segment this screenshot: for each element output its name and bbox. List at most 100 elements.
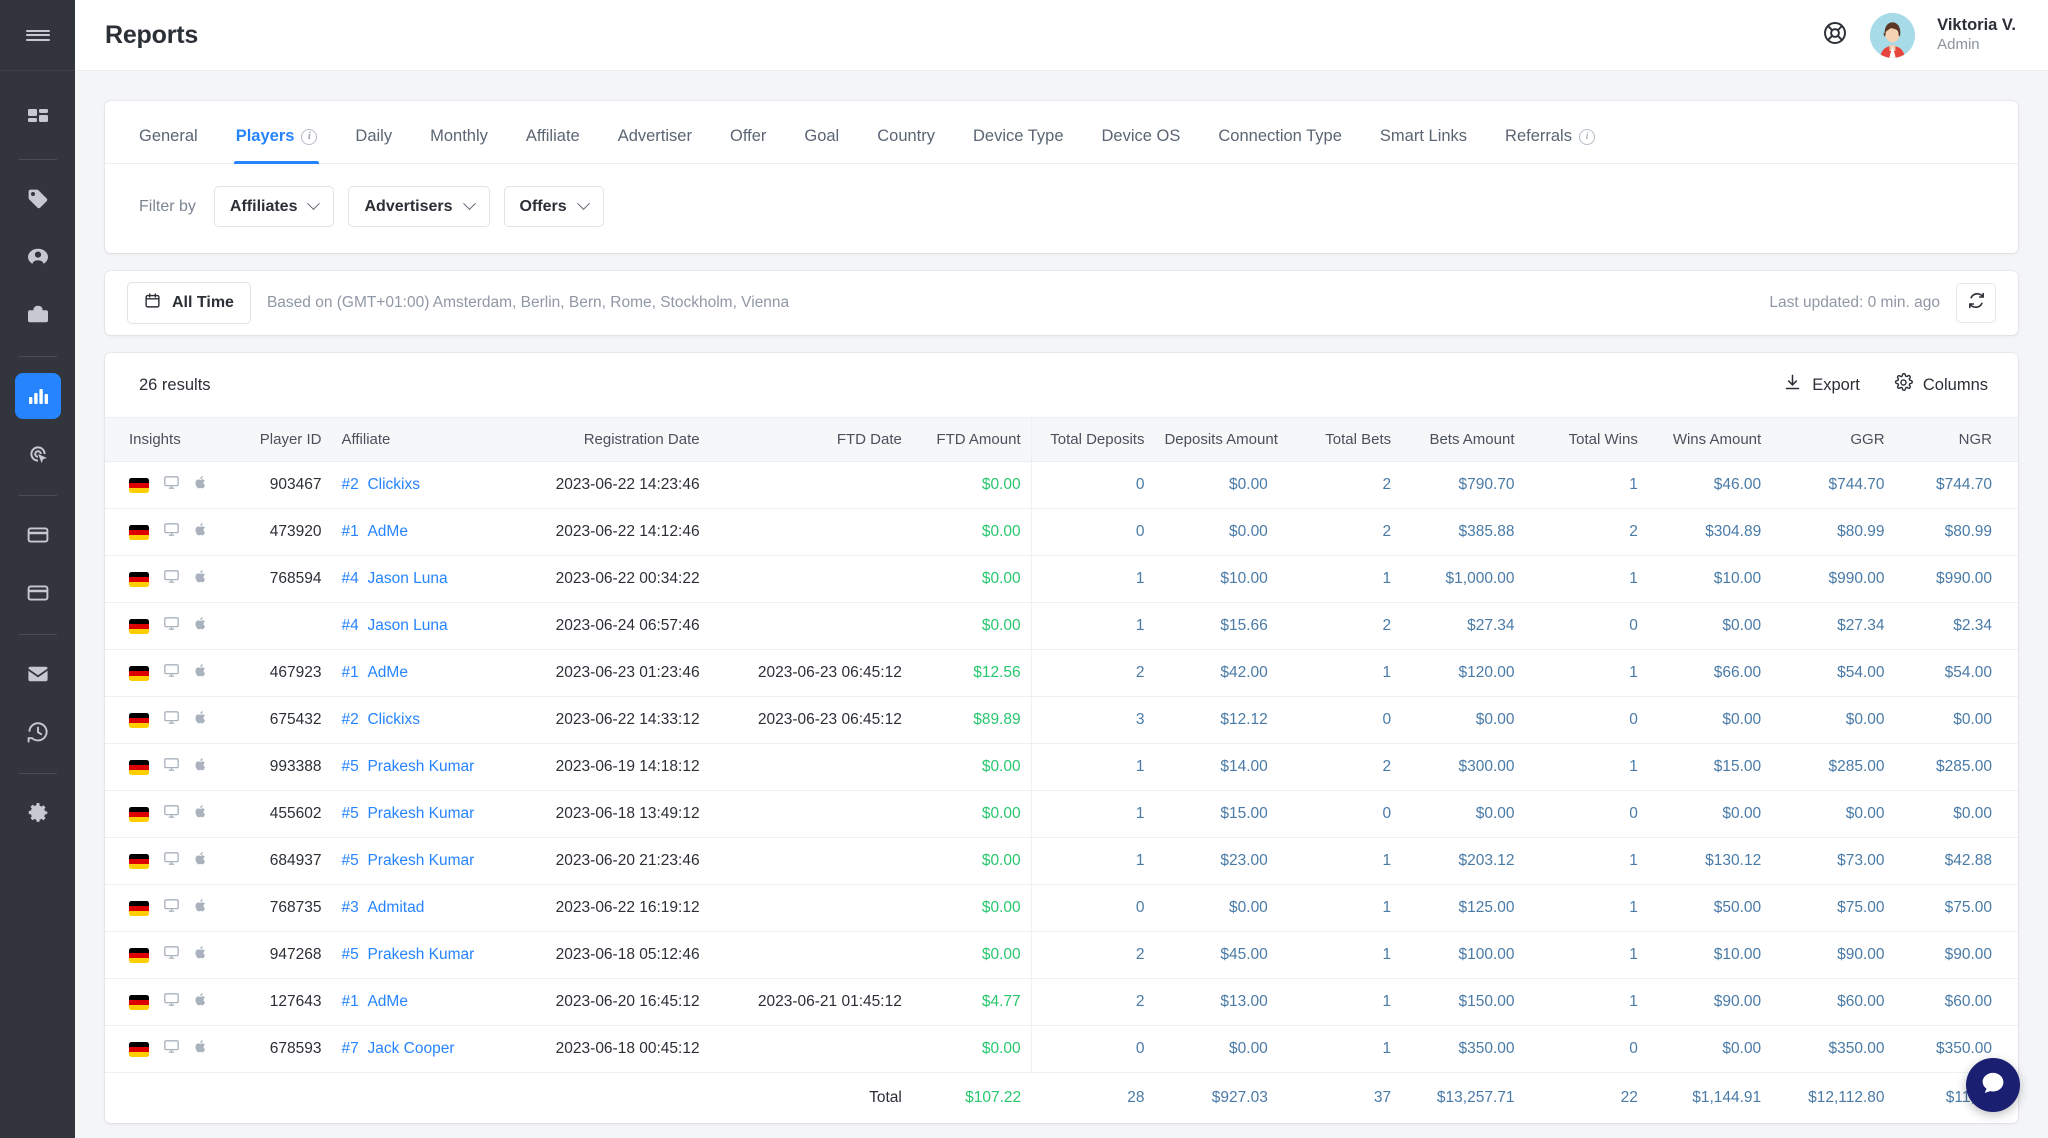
affiliate-link[interactable]: AdMe	[367, 664, 408, 681]
column-header-bets-amount[interactable]: Bets Amount	[1401, 417, 1525, 462]
affiliate-link[interactable]: Prakesh Kumar	[367, 758, 474, 775]
column-header-insights[interactable]: Insights	[105, 417, 219, 462]
affiliate-rank: #5	[341, 758, 359, 775]
affiliate-rank: #1	[341, 523, 359, 540]
cell-ngr: $0.00	[1894, 790, 2018, 838]
sidebar-item-messages[interactable]	[15, 651, 61, 697]
sidebar-item-payments[interactable]	[15, 570, 61, 616]
sidebar-item-offers[interactable]	[15, 176, 61, 222]
column-header-ftd-amount[interactable]: FTD Amount	[911, 417, 1032, 462]
tab-goal[interactable]: Goal	[804, 127, 839, 163]
cell-ggr: $54.00	[1771, 649, 1895, 697]
cell-registration-date: 2023-06-18 13:49:12	[511, 790, 710, 838]
sidebar-item-history[interactable]	[15, 709, 61, 755]
reports-panel: General Players i Daily Monthly Affiliate Adve…	[105, 101, 2018, 253]
tab-smart-links[interactable]: Smart Links	[1380, 127, 1467, 163]
table-row[interactable]: 678593 #7 Jack Cooper 2023-06-18 00:45:12 $0…	[105, 1025, 2018, 1073]
table-row[interactable]: 947268 #5 Prakesh Kumar 2023-06-18 05:12:46…	[105, 931, 2018, 979]
affiliate-link[interactable]: Prakesh Kumar	[367, 946, 474, 963]
date-range-bar: All Time Based on (GMT+01:00) Amsterdam,…	[105, 271, 2018, 335]
sidebar-item-advertisers[interactable]	[15, 292, 61, 338]
export-button[interactable]: Export	[1783, 373, 1860, 397]
column-header-deposits-amount[interactable]: Deposits Amount	[1154, 417, 1278, 462]
tab-referrals[interactable]: Referrals i	[1505, 127, 1595, 163]
column-header-total-deposits[interactable]: Total Deposits	[1030, 417, 1155, 462]
cell-ngr: $285.00	[1894, 743, 2018, 791]
info-icon[interactable]: i	[1578, 128, 1595, 145]
column-header-ftd-date[interactable]: FTD Date	[709, 417, 912, 462]
column-header-total-bets[interactable]: Total Bets	[1277, 417, 1402, 462]
cell-registration-date: 2023-06-22 14:12:46	[511, 508, 710, 556]
apple-icon	[194, 615, 208, 637]
chat-widget-button[interactable]	[1966, 1058, 2020, 1112]
affiliate-link[interactable]: Jason Luna	[367, 617, 447, 634]
sidebar-item-reports[interactable]	[14, 373, 61, 419]
table-row[interactable]: 768735 #3 Admitad 2023-06-22 16:19:12 $0.00 0…	[105, 884, 2018, 932]
tab-country[interactable]: Country	[877, 127, 935, 163]
cell-ngr: $2.34	[1894, 602, 2018, 650]
column-header-affiliate[interactable]: Affiliate	[331, 417, 512, 462]
tab-monthly[interactable]: Monthly	[430, 127, 488, 163]
tab-affiliate[interactable]: Affiliate	[526, 127, 580, 163]
column-header-registration-date[interactable]: Registration Date	[511, 417, 710, 462]
sidebar-item-tracking[interactable]	[15, 431, 61, 477]
export-label: Export	[1812, 375, 1860, 394]
apple-icon	[194, 803, 208, 825]
sidebar-item-dashboard[interactable]	[15, 95, 61, 141]
date-range-button[interactable]: All Time	[127, 282, 251, 324]
cell-ggr: $60.00	[1771, 978, 1895, 1026]
affiliate-link[interactable]: Prakesh Kumar	[367, 852, 474, 869]
table-row[interactable]: 903467 #2 Clickixs 2023-06-22 14:23:46 $0.00…	[105, 461, 2018, 509]
cell-total-deposits: 1	[1030, 602, 1155, 650]
refresh-button[interactable]	[1956, 283, 1996, 323]
apple-icon	[194, 709, 208, 731]
table-row[interactable]: 675432 #2 Clickixs 2023-06-22 14:33:12 2023-…	[105, 696, 2018, 744]
tab-device-type[interactable]: Device Type	[973, 127, 1064, 163]
table-row[interactable]: 684937 #5 Prakesh Kumar 2023-06-20 21:23:46…	[105, 837, 2018, 885]
sidebar-item-settings[interactable]	[15, 790, 61, 836]
column-header-ggr[interactable]: GGR	[1771, 417, 1895, 462]
columns-button[interactable]: Columns	[1894, 372, 1988, 397]
avatar[interactable]	[1870, 12, 1916, 58]
affiliate-link[interactable]: Clickixs	[367, 476, 420, 493]
sidebar-item-affiliates[interactable]	[15, 234, 61, 280]
table-row[interactable]: 467923 #1 AdMe 2023-06-23 01:23:46 2023-06-2…	[105, 649, 2018, 697]
tab-offer[interactable]: Offer	[730, 127, 766, 163]
affiliate-link[interactable]: Prakesh Kumar	[367, 805, 474, 822]
column-header-ngr[interactable]: NGR	[1894, 417, 2018, 462]
tab-general[interactable]: General	[139, 127, 198, 163]
affiliate-link[interactable]: AdMe	[367, 993, 408, 1010]
filter-select-offers[interactable]: Offers	[503, 186, 604, 227]
table-row[interactable]: 768594 #4 Jason Luna 2023-06-22 00:34:22 $0.…	[105, 555, 2018, 603]
affiliate-link[interactable]: Clickixs	[367, 711, 420, 728]
table-row[interactable]: 127643 #1 AdMe 2023-06-20 16:45:12 2023-06-2…	[105, 978, 2018, 1026]
table-body: 903467 #2 Clickixs 2023-06-22 14:23:46 $0.00…	[105, 461, 2018, 1073]
filter-select-advertisers[interactable]: Advertisers	[348, 186, 490, 227]
info-icon[interactable]: i	[301, 128, 318, 145]
cell-registration-date: 2023-06-22 00:34:22	[511, 555, 710, 603]
column-header-total-wins[interactable]: Total Wins	[1524, 417, 1648, 462]
table-row[interactable]: 993388 #5 Prakesh Kumar 2023-06-19 14:18:12…	[105, 743, 2018, 791]
tab-connection-type[interactable]: Connection Type	[1218, 127, 1342, 163]
tab-device-os[interactable]: Device OS	[1102, 127, 1181, 163]
calendar-icon	[144, 292, 161, 314]
tab-advertiser[interactable]: Advertiser	[618, 127, 692, 163]
filter-select-affiliates[interactable]: Affiliates	[213, 186, 335, 227]
cell-insights	[105, 461, 219, 509]
affiliate-link[interactable]: Admitad	[367, 899, 424, 916]
column-header-wins-amount[interactable]: Wins Amount	[1647, 417, 1772, 462]
tab-daily[interactable]: Daily	[355, 127, 392, 163]
sidebar-item-billing[interactable]	[15, 512, 61, 558]
affiliate-link[interactable]: Jack Cooper	[367, 1040, 454, 1057]
table-row[interactable]: #4 Jason Luna 2023-06-24 06:57:46 $0.00 1 $15…	[105, 602, 2018, 650]
table-row[interactable]: 473920 #1 AdMe 2023-06-22 14:12:46 $0.00 0 $0.…	[105, 508, 2018, 556]
lifebuoy-icon[interactable]	[1822, 20, 1848, 51]
tab-players[interactable]: Players i	[233, 127, 320, 164]
filter-select-advertisers-label: Advertisers	[364, 197, 453, 215]
column-header-player-id[interactable]: Player ID	[218, 417, 332, 462]
hamburger-menu-icon[interactable]	[0, 0, 75, 71]
table-row[interactable]: 455602 #5 Prakesh Kumar 2023-06-18 13:49:12…	[105, 790, 2018, 838]
affiliate-link[interactable]: AdMe	[367, 523, 408, 540]
cell-deposits-amount: $12.12	[1154, 696, 1278, 744]
affiliate-link[interactable]: Jason Luna	[367, 570, 447, 587]
